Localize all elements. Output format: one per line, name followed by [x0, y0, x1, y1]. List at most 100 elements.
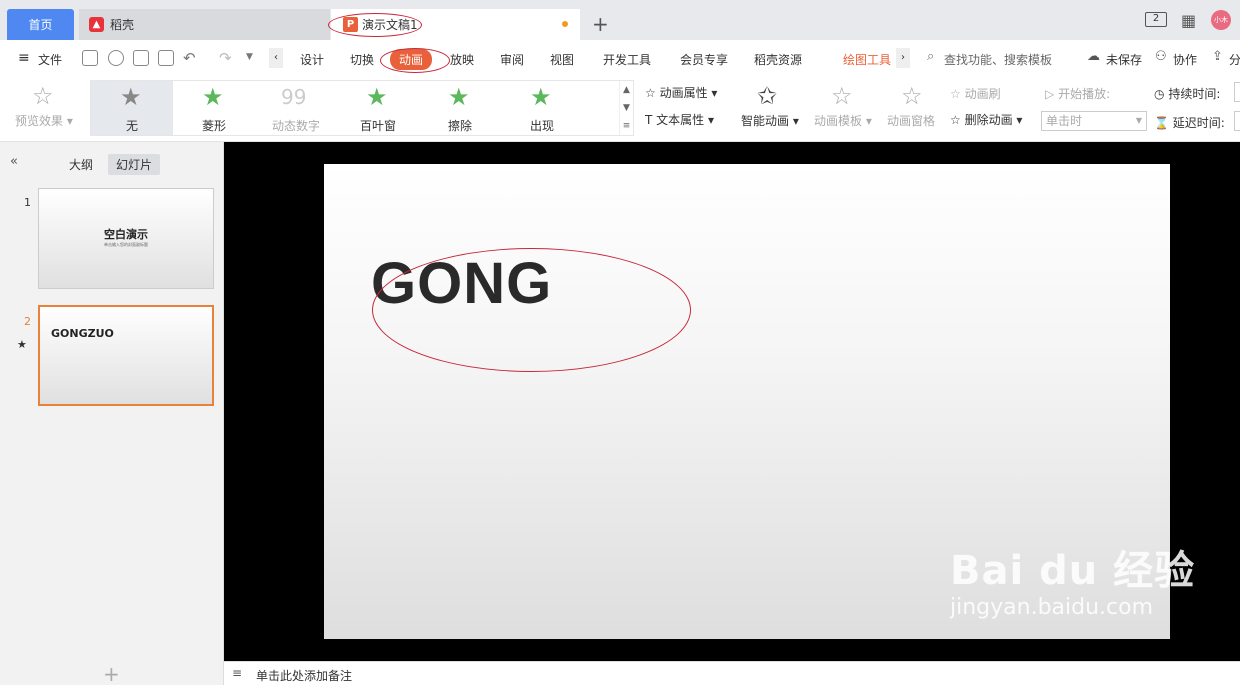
slide1-subtitle: 单击输入您的封面副标题 — [104, 242, 148, 247]
notes-bar[interactable]: ≡ 单击此处添加备注 — [224, 661, 1240, 685]
animation-pane-icon: ☆ — [901, 82, 923, 110]
ribbon-scroll-left-button[interactable]: ‹ — [269, 48, 283, 68]
effect-diamond[interactable]: ★ 菱形 — [173, 81, 255, 135]
menu-file[interactable]: 文件 — [38, 51, 62, 68]
animation-properties-label: 动画属性 — [659, 86, 708, 100]
text-properties-button[interactable]: T 文本属性 ▾ — [645, 111, 714, 128]
effect-none[interactable]: ★ 无 — [91, 81, 173, 135]
chevron-down-icon: ▼ — [1135, 116, 1142, 125]
gallery-more-button[interactable]: ≡ — [619, 117, 633, 135]
effect-appear[interactable]: ★ 出现 — [501, 81, 583, 135]
unsaved-dot-icon — [562, 21, 568, 27]
preview-effect-label: 预览效果 — [15, 114, 64, 128]
start-mode-select[interactable]: 单击时 ▼ — [1041, 111, 1147, 131]
unsaved-status[interactable]: 未保存 — [1106, 51, 1142, 68]
quick-access-dropdown-icon[interactable]: ▼ — [246, 52, 253, 62]
menu-member[interactable]: 会员专享 — [680, 51, 728, 68]
share-button[interactable]: 分 — [1229, 51, 1240, 68]
save-icon[interactable] — [82, 50, 98, 66]
tab-daoke[interactable]: ▲ 稻壳 — [79, 9, 330, 40]
effect-wipe[interactable]: ★ 擦除 — [419, 81, 501, 135]
collaborate-button[interactable]: 协作 — [1173, 51, 1197, 68]
menu-daoke-resources[interactable]: 稻壳资源 — [754, 51, 802, 68]
appear-star-icon: ★ — [530, 83, 552, 111]
slide2-title: GONGZUO — [51, 327, 114, 340]
animation-pane-button[interactable]: 动画窗格 — [887, 112, 935, 129]
start-play-label: ▷ 开始播放: — [1045, 85, 1110, 102]
delete-animation-icon: ☆ — [950, 113, 961, 127]
effect-dynamic-number[interactable]: 99 动态数字 — [255, 81, 337, 135]
watermark-url: jingyan.baidu.com — [950, 595, 1154, 620]
page-count-label: 2 — [1152, 13, 1160, 24]
animation-effects-gallery: ★ 无 ★ 菱形 99 动态数字 ★ 百叶窗 ★ 擦除 ★ 出现 ▲ ▼ ≡ — [90, 80, 634, 136]
animation-brush-label: 动画刷 — [964, 87, 1001, 101]
delay-input[interactable] — [1234, 111, 1240, 131]
tab-home[interactable]: 首页 — [7, 9, 74, 40]
print-icon[interactable] — [133, 50, 149, 66]
effect-blinds[interactable]: ★ 百叶窗 — [337, 81, 419, 135]
effect-appear-label: 出现 — [529, 119, 554, 133]
animation-template-icon: ☆ — [831, 82, 853, 110]
text-properties-icon: T — [645, 113, 653, 127]
animation-properties-icon: ☆ — [645, 86, 656, 100]
smart-animation-label: 智能动画 — [741, 114, 790, 128]
notes-placeholder: 单击此处添加备注 — [256, 669, 353, 683]
baidu-watermark: Bai du 经验 jingyan.baidu.com — [950, 548, 1195, 622]
delay-text: 延迟时间: — [1172, 116, 1225, 130]
menu-transition[interactable]: 切换 — [350, 51, 374, 68]
menu-bar: ≡ 文件 ↶ ↷ ▼ ‹ 设计 切换 动画 放映 审阅 视图 开发工具 会员专享… — [0, 40, 1240, 78]
tab-home-label: 首页 — [28, 18, 53, 32]
new-tab-button[interactable]: + — [592, 12, 609, 36]
annotation-ellipse-tab — [328, 13, 422, 37]
preview-star-icon: ☆ — [32, 82, 54, 110]
ribbon-scroll-right-button[interactable]: › — [896, 48, 910, 68]
effect-none-label: 无 — [125, 119, 138, 133]
grid-icon[interactable]: ▦ — [1181, 11, 1196, 30]
animation-brush-button[interactable]: ☆ 动画刷 — [950, 85, 1001, 102]
diamond-star-icon: ★ — [202, 83, 224, 111]
animation-template-button[interactable]: 动画模板 ▾ — [814, 112, 872, 129]
avatar[interactable]: 小木 — [1211, 10, 1231, 30]
menu-developer-tools[interactable]: 开发工具 — [603, 51, 651, 68]
slide-thumbnail-2[interactable]: GONGZUO — [38, 305, 214, 406]
collapse-pane-icon[interactable]: « — [10, 154, 18, 169]
gallery-down-button[interactable]: ▼ — [619, 99, 633, 117]
slide-thumbnail-1[interactable]: 空白演示 单击输入您的封面副标题 — [38, 188, 214, 289]
hamburger-icon[interactable]: ≡ — [18, 50, 30, 66]
delete-animation-label: 删除动画 — [964, 113, 1013, 127]
delay-label: ⌛ 延迟时间: — [1154, 114, 1225, 131]
preview-effect-button[interactable]: 预览效果 ▾ — [15, 112, 73, 129]
search-function-input[interactable]: 查找功能、搜索模板 — [944, 51, 1052, 68]
smart-animation-button[interactable]: 智能动画 ▾ — [741, 112, 799, 129]
delete-animation-button[interactable]: ☆ 删除动画 ▾ — [950, 111, 1022, 128]
annotation-ellipse-animation — [380, 48, 450, 73]
avatar-label: 小木 — [1214, 16, 1228, 24]
tab-daoke-label: 稻壳 — [110, 18, 135, 32]
effect-diamond-label: 菱形 — [201, 119, 226, 133]
add-slide-button[interactable]: + — [103, 662, 120, 686]
cloud-icon: ☁ — [1087, 49, 1100, 64]
animation-properties-button[interactable]: ☆ 动画属性 ▾ — [645, 84, 717, 101]
page-count-icon[interactable]: 2 — [1145, 12, 1167, 27]
daoke-logo-icon: ▲ — [89, 17, 104, 32]
notes-icon: ≡ — [232, 666, 243, 680]
slide-navigation-pane: « 大纲 幻灯片 1 空白演示 单击输入您的封面副标题 2 ★ GONGZUO … — [0, 142, 224, 686]
duration-input[interactable] — [1234, 82, 1240, 102]
menu-design[interactable]: 设计 — [300, 51, 324, 68]
star-icon: ★ — [120, 83, 142, 111]
undo-icon[interactable]: ↶ — [183, 49, 196, 67]
redo-icon[interactable]: ↷ — [219, 49, 232, 67]
menu-drawing-tools[interactable]: 绘图工具 — [843, 51, 891, 68]
duration-label: ◷ 持续时间: — [1154, 85, 1220, 102]
export-icon[interactable] — [108, 50, 124, 66]
tab-outline[interactable]: 大纲 — [69, 156, 93, 173]
effect-blinds-label: 百叶窗 — [359, 119, 396, 133]
clock-icon: ◷ — [1154, 87, 1165, 101]
tab-slides[interactable]: 幻灯片 — [108, 154, 161, 175]
menu-slideshow[interactable]: 放映 — [450, 51, 474, 68]
gallery-up-button[interactable]: ▲ — [619, 81, 633, 99]
menu-view[interactable]: 视图 — [550, 51, 574, 68]
play-icon: ▷ — [1045, 87, 1055, 101]
menu-review[interactable]: 审阅 — [500, 51, 524, 68]
print-preview-icon[interactable] — [158, 50, 174, 66]
